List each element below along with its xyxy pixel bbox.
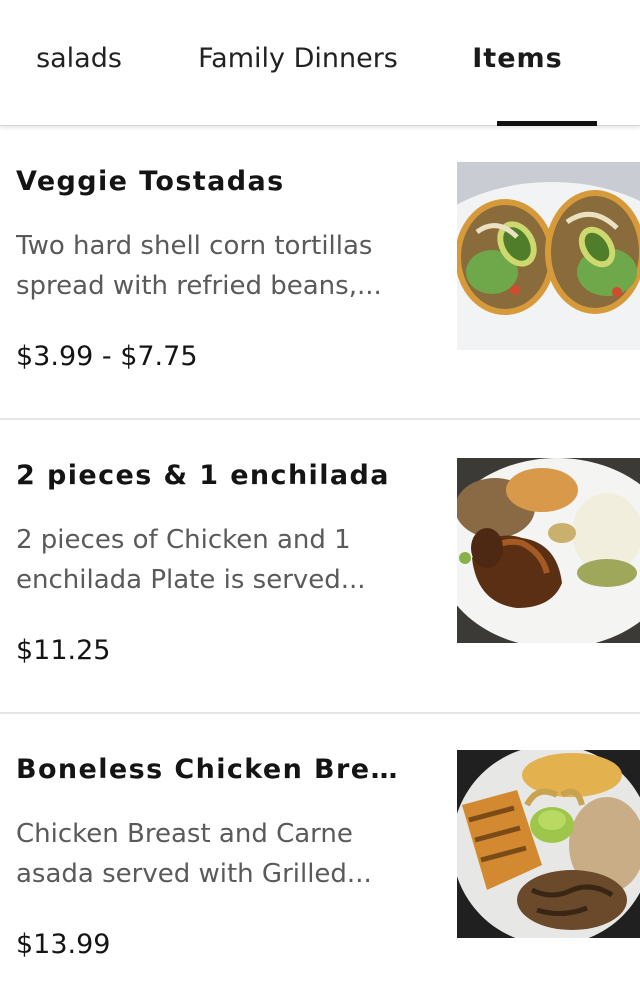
category-tab-bar: salads Family Dinners Items — [0, 0, 640, 126]
menu-page: salads Family Dinners Items Veggie Tosta… — [0, 0, 640, 1005]
tostadas-photo — [457, 162, 640, 350]
menu-item-card[interactable]: 2 pieces & 1 enchilada 2 pieces of Chick… — [0, 420, 640, 714]
menu-item-card[interactable]: Boneless Chicken Brea... Chicken Breast … — [0, 714, 640, 1005]
tab-label: Family Dinners — [198, 43, 398, 74]
active-tab-indicator — [497, 121, 597, 126]
item-description: Two hard shell corn tortillas spread wit… — [16, 231, 382, 301]
chicken-carne-asada-photo — [457, 750, 640, 938]
menu-item-card[interactable]: Veggie Tostadas Two hard shell corn tort… — [0, 126, 640, 420]
tab-items[interactable]: Items — [470, 0, 565, 125]
item-name: 2 pieces & 1 enchilada — [16, 460, 390, 491]
item-name: Boneless Chicken Brea... — [16, 754, 416, 785]
item-price: $11.25 — [16, 635, 111, 666]
chicken-carne-asada-photo-image — [457, 750, 640, 938]
menu-item-list: Veggie Tostadas Two hard shell corn tort… — [0, 126, 640, 1005]
tab-salads[interactable]: salads — [8, 0, 150, 125]
item-description: 2 pieces of Chicken and 1 enchilada Plat… — [16, 525, 366, 595]
tab-label: salads — [36, 43, 122, 74]
item-name: Veggie Tostadas — [16, 166, 285, 197]
chicken-enchilada-photo — [457, 457, 640, 643]
item-description: Chicken Breast and Carne asada served wi… — [16, 819, 372, 889]
tostadas-photo-image — [457, 162, 640, 350]
item-price: $3.99 - $7.75 — [16, 341, 198, 372]
tab-family-dinners[interactable]: Family Dinners — [178, 0, 418, 125]
item-price: $13.99 — [16, 929, 111, 960]
tab-label: Items — [472, 43, 563, 74]
chicken-enchilada-photo-image — [457, 458, 640, 643]
